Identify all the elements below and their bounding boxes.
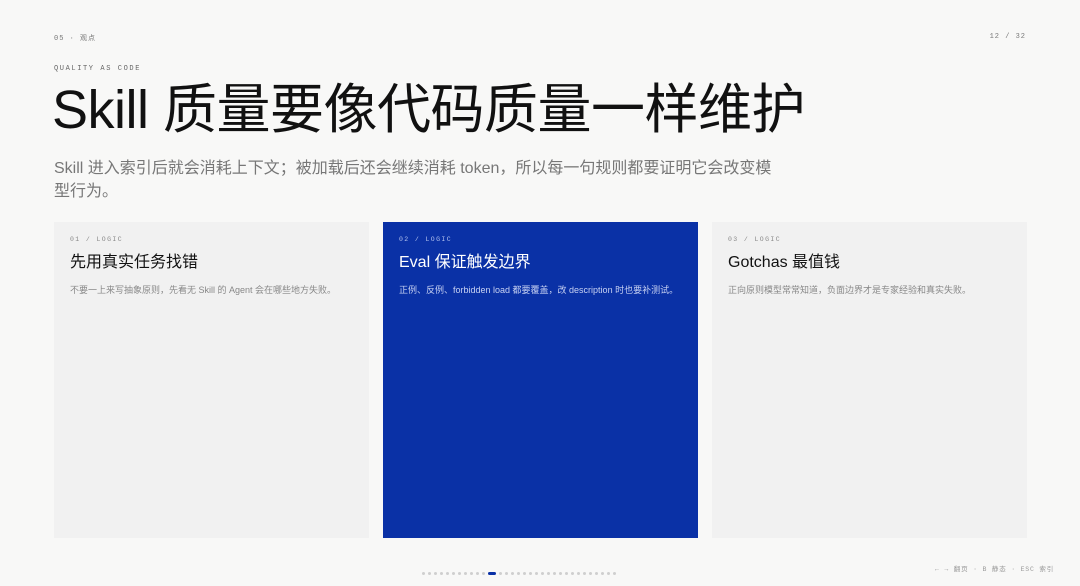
card-body: 正例、反例、forbidden load 都要覆盖，改 description …	[399, 285, 679, 295]
card-eval-boundary: 02 / LOGIC Eval 保证触发边界 正例、反例、forbidden l…	[383, 222, 698, 538]
card-body: 正向原则模型常常知道，负面边界才是专家经验和真实失败。	[728, 285, 972, 295]
pagination-dot[interactable]	[595, 571, 598, 575]
eyebrow-label: QUALITY AS CODE	[54, 65, 142, 73]
keyboard-hint: ← → 翻页 · B 静态 · ESC 索引	[934, 566, 1054, 573]
pagination-dot[interactable]	[422, 571, 425, 575]
pagination-dot[interactable]	[511, 571, 514, 575]
pagination-dot[interactable]	[565, 571, 568, 575]
pagination-dot-active[interactable]	[488, 571, 496, 575]
section-label: 05 · 观点	[54, 35, 97, 43]
pagination-dot[interactable]	[529, 571, 532, 575]
pagination-dot[interactable]	[535, 571, 538, 575]
slide: 05 · 观点 12 / 32 QUALITY AS CODE Skill 质量…	[0, 0, 1080, 586]
card-real-tasks: 01 / LOGIC 先用真实任务找错 不要一上来写抽象原则，先看无 Skill…	[54, 222, 369, 538]
pagination-dot[interactable]	[607, 571, 610, 575]
card-tag: 01 / LOGIC	[70, 236, 124, 243]
card-gotchas: 03 / LOGIC Gotchas 最值钱 正向原则模型常常知道，负面边界才是…	[712, 222, 1027, 538]
pagination-dot[interactable]	[553, 571, 556, 575]
pagination-dot[interactable]	[434, 571, 437, 575]
pagination-dot[interactable]	[505, 571, 508, 575]
card-tag: 02 / LOGIC	[399, 236, 453, 243]
card-title: 先用真实任务找错	[70, 254, 199, 271]
pagination-dot[interactable]	[559, 571, 562, 575]
page-title: Skill 质量要像代码质量一样维护	[52, 80, 806, 140]
pagination-dot[interactable]	[547, 571, 550, 575]
pagination-dot[interactable]	[601, 571, 604, 575]
pagination-dot[interactable]	[446, 571, 449, 575]
pagination-dot[interactable]	[482, 571, 485, 575]
pagination-dot[interactable]	[517, 571, 520, 575]
pagination-dot[interactable]	[577, 571, 580, 575]
card-tag: 03 / LOGIC	[728, 236, 782, 243]
pagination-dot[interactable]	[476, 571, 479, 575]
card-body: 不要一上来写抽象原则，先看无 Skill 的 Agent 会在哪些地方失败。	[70, 285, 337, 295]
card-title: Eval 保证触发边界	[399, 254, 531, 271]
pagination-dot[interactable]	[571, 571, 574, 575]
pagination-dot[interactable]	[499, 571, 502, 575]
pagination-dot[interactable]	[470, 571, 473, 575]
page-subtitle: Skill 进入索引后就会消耗上下文；被加载后还会继续消耗 token，所以每一…	[54, 160, 772, 200]
pagination-dot[interactable]	[589, 571, 592, 575]
pagination-dot[interactable]	[440, 571, 443, 575]
pagination-dots	[422, 571, 616, 575]
pagination-dot[interactable]	[613, 571, 616, 575]
page-indicator: 12 / 32	[989, 33, 1026, 41]
pagination-dot[interactable]	[458, 571, 461, 575]
pagination-dot[interactable]	[464, 571, 467, 575]
pagination-dot[interactable]	[428, 571, 431, 575]
pagination-dot[interactable]	[583, 571, 586, 575]
pagination-dot[interactable]	[452, 571, 455, 575]
card-title: Gotchas 最值钱	[728, 254, 841, 271]
pagination-dot[interactable]	[541, 571, 544, 575]
pagination-dot[interactable]	[523, 571, 526, 575]
